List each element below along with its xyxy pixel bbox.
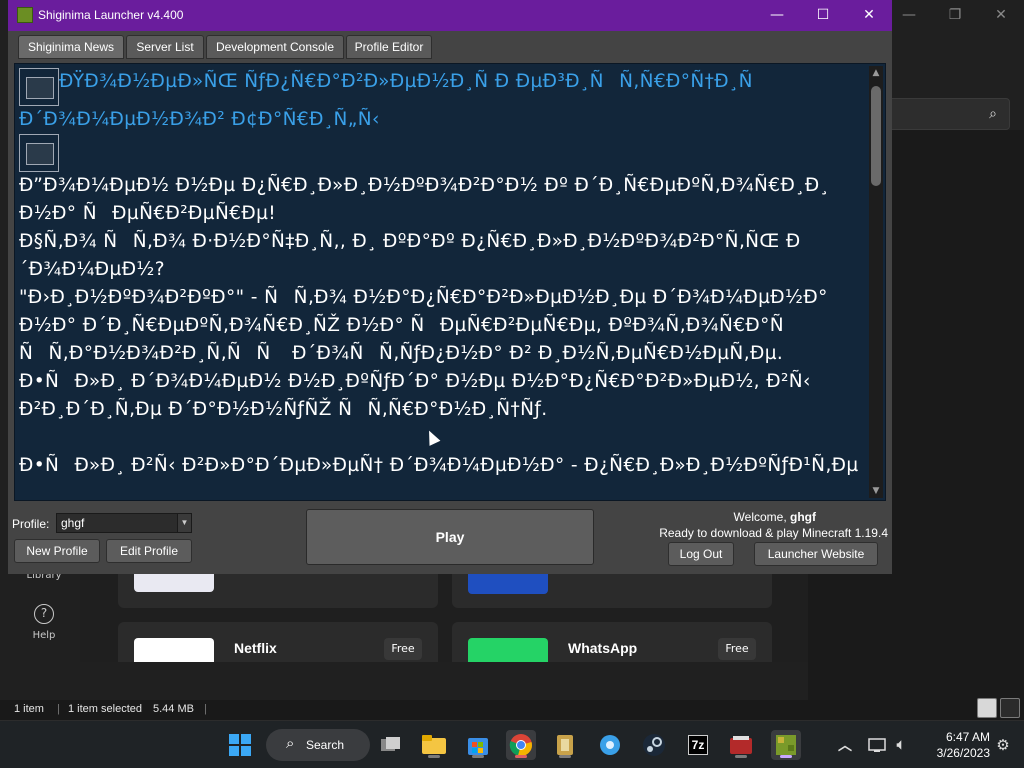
running-indicator (559, 755, 571, 758)
search-icon[interactable]: ⌕ (989, 106, 997, 122)
clock-date: 3/26/2023 (936, 746, 990, 760)
app-name: WhatsApp (568, 640, 638, 656)
close-icon[interactable]: ✕ (846, 0, 892, 30)
media-app-icon[interactable] (726, 730, 756, 760)
news-paragraph: Ð•ÑÐ»Ð¸ Ð²Ñ‹ Ð²Ð»Ð°Ð´ÐµÐ»ÐµÑ† Ð´Ð¾Ð¼ÐµÐ… (19, 455, 859, 476)
news-content: ÐŸÐ¾Ð½ÐµÐ»ÑŒ ÑƒÐ¿Ñ€Ð°Ð²Ð»ÐµÐ½Ð¸Ñ Ð ÐµÐ³Ð… (19, 68, 865, 498)
file-explorer-icon[interactable] (419, 730, 449, 760)
clock-time: 6:47 AM (945, 730, 990, 744)
price-badge[interactable]: Free (718, 638, 756, 660)
play-button[interactable]: Play (306, 509, 594, 565)
selected-size: 5.44 MB (153, 703, 194, 715)
news-paragraph: Ð§Ñ‚Ð¾ ÑÑ‚Ð¾ Ð·Ð½Ð°Ñ‡Ð¸Ñ‚, Ð¸ ÐºÐ°Ðº Ð¿… (19, 231, 801, 280)
running-indicator (515, 755, 527, 758)
profile-selected-value: ghgf (61, 516, 85, 530)
tab-development-console[interactable]: Development Console (206, 35, 344, 59)
tab-profile-editor[interactable]: Profile Editor (346, 35, 432, 59)
running-indicator (735, 755, 747, 758)
log-out-button[interactable]: Log Out (668, 542, 734, 566)
store-content: Netflix Free WhatsApp Free (80, 560, 808, 662)
winrar-like-icon[interactable] (550, 730, 580, 760)
new-profile-button[interactable]: New Profile (14, 539, 100, 563)
taskbar: ⌕ Search 7z ︿ 🔈︎ 6:47 AM 3/26/2023 ⚙ (0, 720, 1024, 768)
price-badge[interactable]: Free (384, 638, 422, 660)
news-headline-line2[interactable]: Ð´Ð¾Ð¼ÐµÐ½Ð¾Ð² Ð¢Ð°Ñ€Ð¸Ñ„Ñ‹ (19, 109, 380, 130)
volume-icon[interactable]: 🔈︎ (886, 730, 916, 760)
details-view-icon[interactable] (977, 698, 997, 718)
windows-start-icon[interactable] (225, 730, 255, 760)
tab-server-list[interactable]: Server List (126, 35, 204, 59)
launcher-window: Shiginima Launcher v4.400 — ☐ ✕ Shiginim… (8, 0, 892, 574)
edit-profile-button[interactable]: Edit Profile (106, 539, 192, 563)
tiles-view-icon[interactable] (1000, 698, 1020, 718)
profile-dropdown[interactable]: ghgf ▼ (56, 513, 192, 533)
explorer-status-bar: 1 item | 1 item selected 5.44 MB | (0, 700, 1024, 720)
scroll-down-icon[interactable]: ▼ (869, 484, 883, 498)
running-indicator (780, 755, 792, 758)
scroll-up-icon[interactable]: ▲ (869, 66, 883, 80)
tab-shiginima-news[interactable]: Shiginima News (18, 35, 124, 59)
news-paragraph: "Ð›Ð¸Ð½ÐºÐ¾Ð²ÐºÐ°" - ÑÑ‚Ð¾ Ð½Ð°Ð¿Ñ€Ð°Ð²… (19, 287, 828, 420)
selected-count: 1 item selected (68, 703, 142, 715)
help-icon: ? (34, 604, 54, 624)
chevron-up-icon[interactable]: ︿ (830, 730, 860, 760)
divider: | (57, 703, 60, 715)
launcher-title: Shiginima Launcher v4.400 (38, 8, 184, 22)
launcher-body: Shiginima News Server List Development C… (8, 31, 892, 574)
search-icon: ⌕ (286, 735, 295, 752)
sidebar-help-label: Help (32, 630, 56, 641)
news-headline-line1[interactable]: ÐŸÐ¾Ð½ÐµÐ»ÑŒ ÑƒÐ¿Ñ€Ð°Ð²Ð»ÐµÐ½Ð¸Ñ Ð ÐµÐ³Ð… (59, 71, 753, 92)
whatsapp-icon (468, 638, 548, 662)
launcher-website-button[interactable]: Launcher Website (754, 542, 878, 566)
news-paragraph: Ð”Ð¾Ð¼ÐµÐ½ Ð½Ðµ Ð¿Ñ€Ð¸Ð»Ð¸Ð½ÐºÐ¾Ð²Ð°Ð½ Ð… (19, 175, 830, 224)
gear-app-icon[interactable] (595, 730, 625, 760)
maximize-icon[interactable]: ☐ (800, 0, 846, 30)
scroll-thumb[interactable] (871, 86, 881, 186)
welcome-prefix: Welcome, (733, 510, 790, 524)
taskbar-search[interactable]: ⌕ Search (266, 729, 370, 761)
item-count: 1 item (14, 703, 44, 715)
store-sidebar: Library ? Help (8, 560, 80, 662)
divider: | (204, 703, 207, 715)
welcome-text: Welcome, ghgf (734, 510, 816, 524)
close-icon[interactable]: ✕ (978, 0, 1024, 30)
task-view-icon[interactable] (376, 730, 406, 760)
clock[interactable]: 6:47 AM 3/26/2023 (918, 729, 990, 761)
notification-gear-icon[interactable]: ⚙ (988, 730, 1018, 760)
launcher-bottom-bar: Profile: ghgf ▼ New Profile Edit Profile… (8, 505, 892, 574)
steam-icon[interactable] (639, 730, 669, 760)
restore-icon[interactable]: ❐ (932, 0, 978, 30)
app-card-whatsapp[interactable]: WhatsApp Free (452, 622, 772, 662)
taskbar-search-label: Search (306, 738, 345, 752)
launcher-titlebar[interactable]: Shiginima Launcher v4.400 — ☐ ✕ (8, 0, 892, 31)
app-name: Netflix (234, 640, 277, 656)
chevron-down-icon[interactable]: ▼ (177, 514, 191, 532)
broken-image-icon (19, 68, 59, 106)
news-panel[interactable]: ÐŸÐ¾Ð½ÐµÐ»ÑŒ ÑƒÐ¿Ñ€Ð°Ð²Ð»ÐµÐ½Ð¸Ñ Ð ÐµÐ³Ð… (14, 63, 886, 501)
netflix-icon (134, 638, 214, 662)
sidebar-item-help[interactable]: ? Help (8, 604, 80, 641)
news-scrollbar[interactable]: ▲ ▼ (869, 66, 883, 498)
status-text: Ready to download & play Minecraft 1.19.… (659, 526, 888, 540)
broken-image-icon (19, 134, 59, 172)
chrome-icon[interactable] (506, 730, 536, 760)
minecraft-launcher-taskbar-icon[interactable] (771, 730, 801, 760)
profile-label: Profile: (12, 517, 50, 531)
launcher-app-icon (17, 7, 33, 23)
running-indicator (428, 755, 440, 758)
minimize-icon[interactable]: — (886, 0, 932, 30)
app-card-netflix[interactable]: Netflix Free (118, 622, 438, 662)
welcome-username: ghgf (790, 510, 816, 524)
minimize-icon[interactable]: — (754, 0, 800, 30)
7zip-icon[interactable]: 7z (683, 730, 713, 760)
running-indicator (472, 755, 484, 758)
microsoft-store-icon[interactable] (463, 730, 493, 760)
